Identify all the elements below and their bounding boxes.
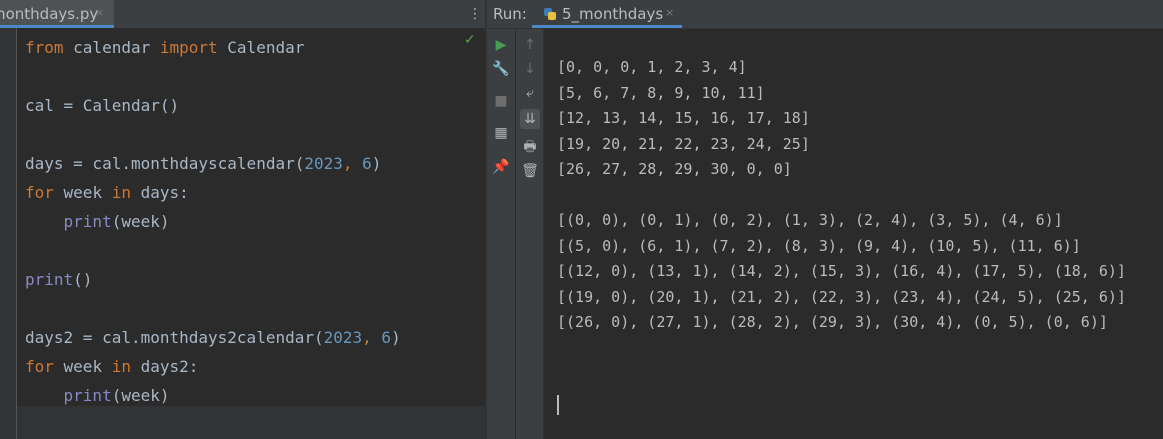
code-token: (week) [111,212,170,231]
console-line: [26, 27, 28, 29, 30, 0, 0] [557,160,792,178]
check-icon: ✓ [464,32,476,48]
code-area-end [17,406,485,439]
code-line[interactable]: for week in days2: [25,352,401,381]
code-token: days = cal.monthdayscalendar( [25,154,305,173]
console-line: [(0, 0), (0, 1), (0, 2), (1, 3), (2, 4),… [557,211,1063,229]
code-token: ) [391,328,401,347]
rerun-icon[interactable]: ▶ [491,35,511,55]
code-token: days2: [130,357,199,376]
console-line: [5, 6, 7, 8, 9, 10, 11] [557,83,765,102]
code-token: , [362,328,382,347]
scroll-to-end-icon[interactable]: ⇊ [520,109,540,129]
wrench-icon[interactable]: 🔧 [491,59,511,79]
code-line[interactable]: print() [25,265,401,294]
ide-window: monthdays.py × ⋮ ✓ from calendar import … [0,0,1163,439]
text-caret [557,395,559,415]
code-token: print [25,270,74,289]
editor-tab-monthdays[interactable]: monthdays.py × [0,0,114,28]
console-line: [0, 0, 0, 1, 2, 3, 4] [557,58,747,76]
editor-tab-label: monthdays.py [0,5,99,23]
code-line[interactable] [25,294,401,323]
code-line[interactable]: print(week) [25,381,401,410]
layout-icon[interactable]: ▦ [491,123,511,143]
console-line: [(26, 0), (27, 1), (28, 2), (29, 3), (30… [557,313,1108,331]
code-line[interactable]: days = cal.monthdayscalendar(2023, 6) [25,149,401,178]
code-token: week [53,357,112,376]
code-token: (week) [111,386,170,405]
code-token: ) [371,154,382,173]
console-output[interactable]: [0, 0, 0, 1, 2, 3, 4] [5, 6, 7, 8, 9, 10,… [557,55,1126,336]
code-token: , [342,154,363,173]
print-icon[interactable]: 🖶 [520,137,540,157]
soft-wrap-icon[interactable]: ⤶ [520,83,540,103]
code-token: in [111,357,131,376]
code-line[interactable] [25,120,401,149]
console-line: [19, 20, 21, 22, 23, 24, 25] [557,134,810,153]
code-line[interactable] [25,62,401,91]
code-token: print [63,386,112,405]
console-line: [(12, 0), (13, 1), (14, 2), (15, 3), (16… [557,262,1126,280]
code-token: Calendar [217,38,305,57]
run-tab-5-monthdays[interactable]: 5_monthdays × [532,0,682,28]
code-token: 2023 [323,328,363,347]
pin-icon[interactable]: 📌 [491,157,511,177]
code-line[interactable]: print(week) [25,207,401,236]
code-token: print [63,212,112,231]
down-arrow-icon[interactable]: ↓ [520,59,540,79]
trash-icon[interactable]: 🗑 [520,161,540,181]
more-options-icon[interactable]: ⋮ [468,6,482,22]
python-file-icon [544,8,556,20]
console-line: [12, 13, 14, 15, 16, 17, 18] [557,109,810,127]
console-line: [(5, 0), (6, 1), (7, 2), (8, 3), (9, 4),… [557,236,1081,255]
code-token: for [25,357,54,376]
code-line[interactable]: for week in days: [25,178,401,207]
code-line[interactable]: days2 = cal.monthdays2calendar(2023, 6) [25,323,401,352]
run-toolbar-primary: ▶ 🔧 ■ ▦ 📌 [487,29,515,439]
code-line[interactable]: cal = Calendar() [25,91,401,120]
code-token: week [53,183,112,202]
code-token: cal = Calendar() [25,96,180,115]
up-arrow-icon[interactable]: ↑ [520,35,540,55]
code-token: from [25,38,64,57]
stop-icon[interactable]: ■ [491,91,511,111]
code-token: () [73,270,93,289]
editor-pane: monthdays.py × ⋮ ✓ from calendar import … [0,0,485,439]
close-icon[interactable]: × [665,6,674,19]
code-token: 6 [381,328,392,347]
code-token: import [159,38,218,57]
code-editor[interactable]: from calendar import Calendar cal = Calen… [25,33,401,410]
code-token: calendar [63,38,160,57]
code-line[interactable] [25,236,401,265]
editor-tab-bar: monthdays.py × ⋮ [0,0,485,29]
console-line: [(19, 0), (20, 1), (21, 2), (22, 3), (23… [557,287,1126,306]
code-token: 6 [362,154,372,173]
close-icon[interactable]: × [95,6,104,19]
code-token: days: [130,183,189,202]
code-token: in [111,183,131,202]
run-pane: Run: 5_monthdays × ▶ 🔧 ■ ▦ 📌 ↑ ↓ ⤶ ⇊ 🖶 🗑 [0, 0, 0… [487,0,1163,439]
code-token: days2 = cal.monthdays2calendar( [25,328,324,347]
run-tab-label: 5_monthdays [562,5,664,23]
code-token: for [25,183,54,202]
run-label: Run: [493,5,527,23]
code-token: 2023 [304,154,343,173]
line-gutter [0,28,17,439]
code-line[interactable]: from calendar import Calendar [25,33,401,62]
run-header: Run: 5_monthdays × [487,0,1163,29]
run-toolbar-secondary: ↑ ↓ ⤶ ⇊ 🖶 🗑 [516,29,544,439]
